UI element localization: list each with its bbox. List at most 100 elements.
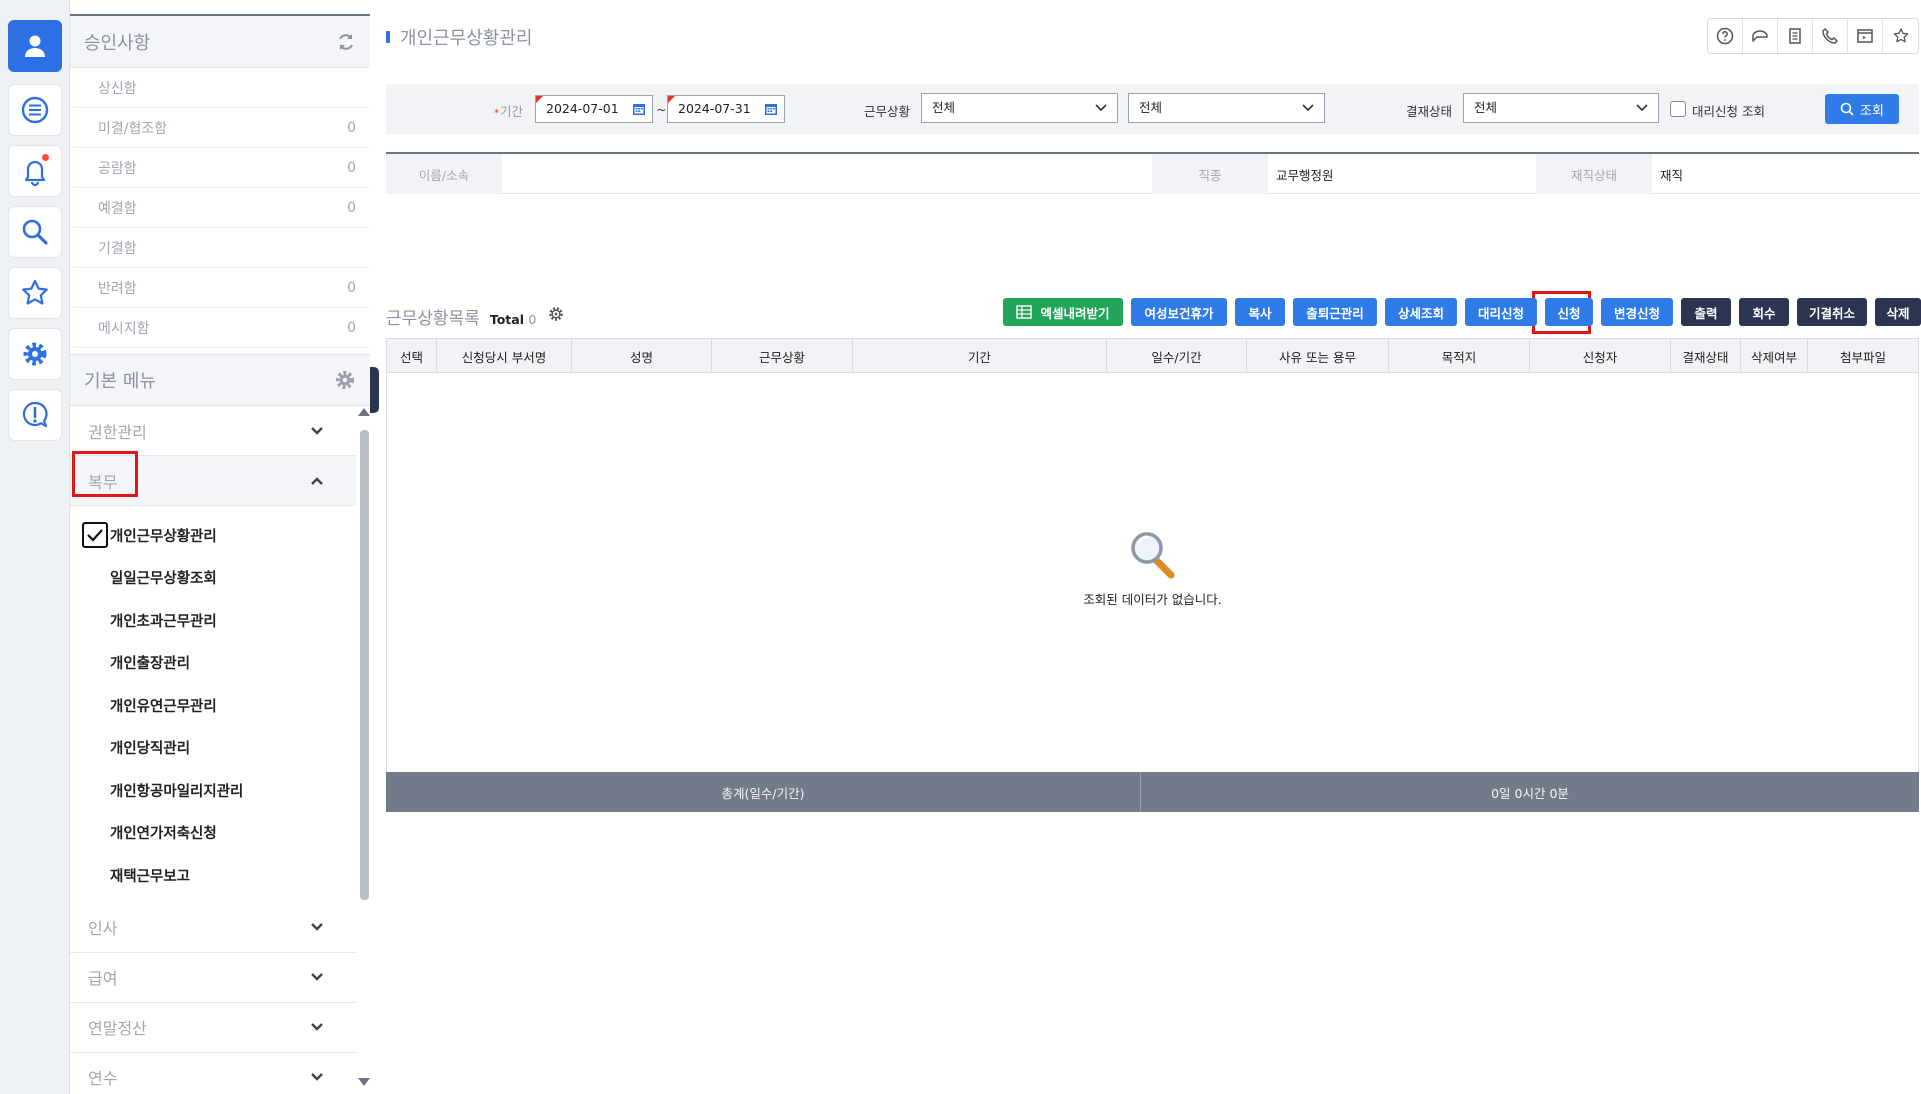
period-label: 기간: [494, 101, 523, 120]
help-icon[interactable]: [1708, 19, 1743, 53]
approval-item[interactable]: 기결함: [70, 228, 370, 268]
menu-group-year-end[interactable]: 연말정산: [70, 1002, 356, 1053]
window-icon[interactable]: [1848, 19, 1883, 53]
submenu-item[interactable]: 개인연가저축신청: [70, 812, 356, 855]
submenu-item[interactable]: 재택근무보고: [70, 854, 356, 897]
checkmark-icon: [82, 522, 108, 548]
approval-section-header: 승인사항: [70, 16, 370, 68]
user-icon[interactable]: [8, 20, 62, 72]
chat-icon[interactable]: [1743, 19, 1778, 53]
star-icon[interactable]: [8, 267, 62, 319]
female-leave-button[interactable]: 여성보건휴가: [1131, 298, 1227, 326]
print-button[interactable]: 출력: [1681, 298, 1731, 326]
work-status-select[interactable]: 전체: [921, 93, 1118, 123]
sidebar-scrollbar[interactable]: [360, 430, 369, 900]
search-button[interactable]: 조회: [1825, 94, 1899, 124]
employee-info: 이름/소속 직종 교무행정원 재직상태 재직: [386, 152, 1919, 194]
phone-icon[interactable]: [1813, 19, 1848, 53]
approval-item[interactable]: 미결/협조함 0: [70, 108, 370, 148]
menu-group-hr[interactable]: 인사: [70, 902, 356, 953]
column-header[interactable]: 목적지: [1389, 339, 1530, 373]
footer-total-label: 총계(일수/기간): [386, 772, 1141, 812]
approval-item[interactable]: 예결함 0: [70, 188, 370, 228]
delete-button[interactable]: 삭제: [1875, 298, 1921, 326]
submenu-item[interactable]: 개인출장관리: [70, 642, 356, 685]
submenu-item[interactable]: 개인당직관리: [70, 727, 356, 770]
chevron-down-icon: [1302, 104, 1314, 112]
column-header[interactable]: 신청당시 부서명: [437, 339, 572, 373]
favorite-star-icon[interactable]: [1883, 19, 1918, 53]
column-header[interactable]: 선택: [387, 339, 437, 373]
change-apply-button[interactable]: 변경신청: [1601, 298, 1673, 326]
copy-button[interactable]: 복사: [1235, 298, 1285, 326]
commute-manage-button[interactable]: 출퇴근관리: [1293, 298, 1377, 326]
proxy-apply-button[interactable]: 대리신청: [1465, 298, 1537, 326]
approval-status-select[interactable]: 전체: [1463, 93, 1659, 123]
scroll-down-arrow[interactable]: [358, 1078, 370, 1086]
menu-settings-icon[interactable]: [334, 369, 356, 391]
sidebar: 승인사항 상신함 미결/협조함 0 공람함 0 예결함 0 기결함 반려함 0 메시지함…: [70, 14, 370, 1094]
date-from-input[interactable]: 2024-07-01: [535, 95, 653, 123]
gear-icon[interactable]: [8, 328, 62, 380]
basic-menu-header: 기본 메뉴: [70, 354, 370, 406]
column-header[interactable]: 기간: [853, 339, 1107, 373]
employment-status-value: 재직: [1660, 167, 1684, 183]
refresh-icon[interactable]: [336, 32, 356, 52]
calendar-icon[interactable]: [764, 102, 778, 116]
chevron-down-icon: [311, 426, 323, 435]
bell-icon[interactable]: [8, 145, 62, 197]
proxy-checkbox[interactable]: [1670, 101, 1686, 117]
help-chat-icon[interactable]: [8, 389, 62, 441]
recall-button[interactable]: 회수: [1739, 298, 1789, 326]
detail-view-button[interactable]: 상세조회: [1385, 298, 1457, 326]
work-status-detail-select[interactable]: 전체: [1128, 93, 1325, 123]
approval-item[interactable]: 반려함 0: [70, 268, 370, 308]
chevron-up-icon: [311, 476, 323, 485]
column-header[interactable]: 성명: [572, 339, 712, 373]
approval-item[interactable]: 상신함: [70, 68, 370, 108]
column-header[interactable]: 일수/기간: [1107, 339, 1247, 373]
column-header[interactable]: 사유 또는 용무: [1247, 339, 1389, 373]
document-icon[interactable]: [1778, 19, 1813, 53]
column-header[interactable]: 근무상황: [712, 339, 853, 373]
work-status-label: 근무상황: [864, 104, 911, 119]
excel-download-button[interactable]: 엑셀내려받기: [1003, 298, 1123, 326]
name-label: 이름/소속: [386, 154, 502, 194]
column-header[interactable]: 삭제여부: [1741, 339, 1808, 373]
magnifier-icon: [1130, 532, 1174, 579]
sidebar-collapse-handle[interactable]: [370, 367, 379, 413]
menu-group-salary[interactable]: 급여: [70, 952, 356, 1003]
scroll-up-arrow[interactable]: [358, 408, 370, 416]
column-header[interactable]: 첨부파일: [1808, 339, 1918, 373]
submenu-item[interactable]: 일일근무상황조회: [70, 557, 356, 600]
column-header[interactable]: 결재상태: [1671, 339, 1741, 373]
proxy-label: 대리신청 조회: [1692, 104, 1765, 119]
name-value: [514, 154, 1014, 194]
column-header[interactable]: 신청자: [1530, 339, 1671, 373]
chevron-down-icon: [311, 923, 323, 931]
submenu-personal-work-status[interactable]: 개인근무상황관리: [70, 514, 356, 557]
menu-group-permission[interactable]: 권한관리: [70, 406, 356, 456]
position-value: 교무행정원: [1276, 167, 1334, 183]
title-marker: [386, 31, 390, 43]
column-settings-icon[interactable]: [548, 306, 564, 322]
submenu-item[interactable]: 개인초과근무관리: [70, 599, 356, 642]
search-icon[interactable]: [8, 206, 62, 258]
calendar-icon[interactable]: [632, 102, 646, 116]
chevron-down-icon: [311, 1073, 323, 1081]
app-root: 승인사항 상신함 미결/협조함 0 공람함 0 예결함 0 기결함 반려함 0 메시지함…: [0, 0, 1921, 1094]
grid-header: 선택 신청당시 부서명 성명 근무상황 기간 일수/기간 사유 또는 용무 목적…: [387, 339, 1918, 373]
date-to-input[interactable]: 2024-07-31: [667, 95, 785, 123]
submenu-item[interactable]: 개인항공마일리지관리: [70, 769, 356, 812]
approval-item[interactable]: 공람함 0: [70, 148, 370, 188]
cancel-approval-button[interactable]: 기결취소: [1797, 298, 1867, 326]
submenu-item[interactable]: 개인유연근무관리: [70, 684, 356, 727]
approval-item[interactable]: 메시지함 0: [70, 308, 370, 348]
list-title: 근무상황목록 Total 0: [386, 309, 537, 329]
approval-title: 승인사항: [84, 32, 151, 54]
menu-group-training[interactable]: 연수: [70, 1052, 356, 1094]
grid-footer: 총계(일수/기간) 0일 0시간 0분: [386, 772, 1919, 812]
list-icon[interactable]: [8, 84, 62, 136]
apply-button[interactable]: 신청: [1545, 298, 1593, 326]
highlight-service-menu: [72, 451, 138, 497]
